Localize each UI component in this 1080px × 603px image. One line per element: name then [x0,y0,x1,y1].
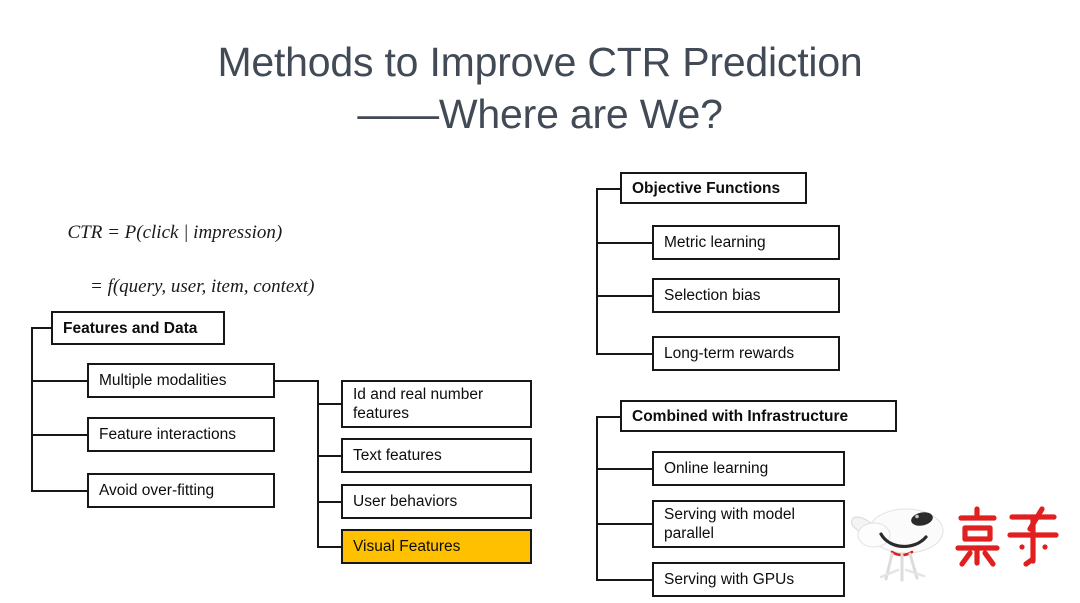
node-metric-learning[interactable]: Metric learning [652,225,840,260]
node-text-features[interactable]: Text features [341,438,532,473]
connector-to-visual-features [317,546,343,548]
title-line-1: Methods to Improve CTR Prediction [217,39,863,85]
node-selection-bias[interactable]: Selection bias [652,278,840,313]
node-label: Long-term rewards [664,345,795,362]
connector-root-objective-functions [596,188,622,190]
node-long-term-rewards[interactable]: Long-term rewards [652,336,840,371]
node-user-behaviors[interactable]: User behaviors [341,484,532,519]
node-label: Multiple modalities [99,372,227,389]
node-multiple-modalities[interactable]: Multiple modalities [87,363,275,398]
node-label: Feature interactions [99,426,236,443]
connector-to-multiple-modalities [31,380,88,382]
jd-wordmark [955,506,1059,567]
node-avoid-over-fitting[interactable]: Avoid over-fitting [87,473,275,508]
connector-to-selection-bias [596,295,654,297]
connector-to-long-term-rewards [596,353,654,355]
node-id-and-real-number-features[interactable]: Id and real number features [341,380,532,428]
node-online-learning[interactable]: Online learning [652,451,845,486]
connector-to-avoid-over-fitting [31,490,88,492]
connector-root-features-and-data [31,327,53,329]
node-label: Combined with Infrastructure [632,407,849,425]
connector-to-online-learning [596,468,654,470]
node-combined-with-infrastructure[interactable]: Combined with Infrastructure [620,400,897,432]
node-label: Serving with model parallel [664,506,795,542]
connector-to-user-behaviors [317,501,343,503]
connector-to-feature-interactions [31,434,88,436]
node-visual-features[interactable]: Visual Features [341,529,532,564]
node-label: Serving with GPUs [664,571,795,588]
node-label: Visual Features [353,538,461,555]
connector-to-id-and-real-number-features [317,403,343,405]
jd-logo [848,497,1062,583]
ctr-formula-line-1: CTR = P(click | impression) [67,222,283,243]
connector-multiple-modalities-out [275,380,319,382]
connector-spine-features-and-data [31,327,33,492]
page-title: Methods to Improve CTR Prediction ——Wher… [0,36,1080,140]
connector-spine-combined-with-infrastructure [596,416,598,579]
node-label: User behaviors [353,493,458,510]
ctr-formula: CTR = P(click | impression) = f(query, u… [58,192,315,327]
node-label: Objective Functions [632,179,781,197]
connector-spine-modalities-children [317,380,319,548]
node-objective-functions[interactable]: Objective Functions [620,172,807,204]
node-serving-with-model-parallel[interactable]: Serving with model parallel [652,500,845,548]
node-serving-with-gpus[interactable]: Serving with GPUs [652,562,845,597]
node-label: Text features [353,447,442,464]
node-feature-interactions[interactable]: Feature interactions [87,417,275,452]
node-features-and-data[interactable]: Features and Data [51,311,225,345]
connector-to-serving-with-gpus [596,579,654,581]
connector-to-metric-learning [596,242,654,244]
joy-dog-mascot-icon [851,508,944,582]
node-label: Metric learning [664,234,766,251]
connector-root-combined-with-infrastructure [596,416,622,418]
node-label: Id and real number features [353,386,484,422]
connector-to-serving-with-model-parallel [596,523,654,525]
title-line-2: ——Where are We? [357,91,723,137]
node-label: Avoid over-fitting [99,482,215,499]
node-label: Online learning [664,460,769,477]
connector-spine-objective-functions [596,188,598,355]
ctr-formula-line-2: = f(query, user, item, context) [90,276,315,297]
connector-to-text-features [317,455,343,457]
node-label: Selection bias [664,287,761,304]
node-label: Features and Data [63,319,198,337]
